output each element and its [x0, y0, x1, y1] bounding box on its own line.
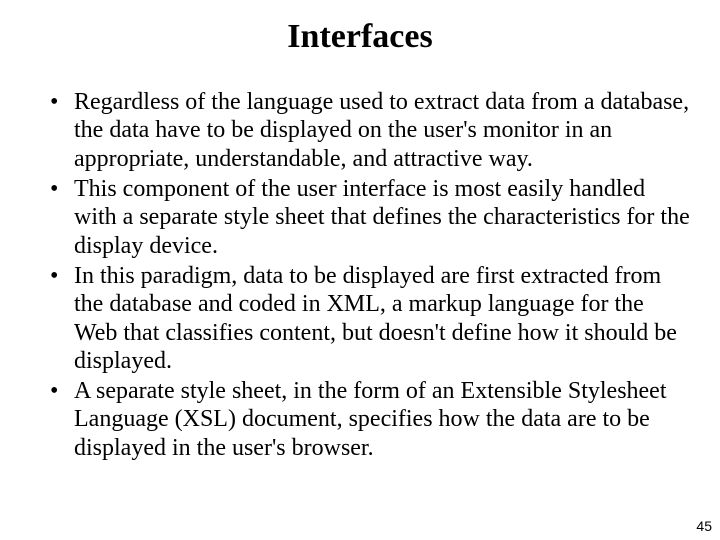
- slide: Interfaces Regardless of the language us…: [0, 0, 720, 540]
- list-item: Regardless of the language used to extra…: [50, 88, 690, 173]
- slide-title: Interfaces: [30, 18, 690, 56]
- list-item: A separate style sheet, in the form of a…: [50, 377, 690, 462]
- list-item: This component of the user interface is …: [50, 175, 690, 260]
- list-item: In this paradigm, data to be displayed a…: [50, 262, 690, 375]
- page-number: 45: [696, 518, 712, 534]
- bullet-list: Regardless of the language used to extra…: [30, 88, 690, 462]
